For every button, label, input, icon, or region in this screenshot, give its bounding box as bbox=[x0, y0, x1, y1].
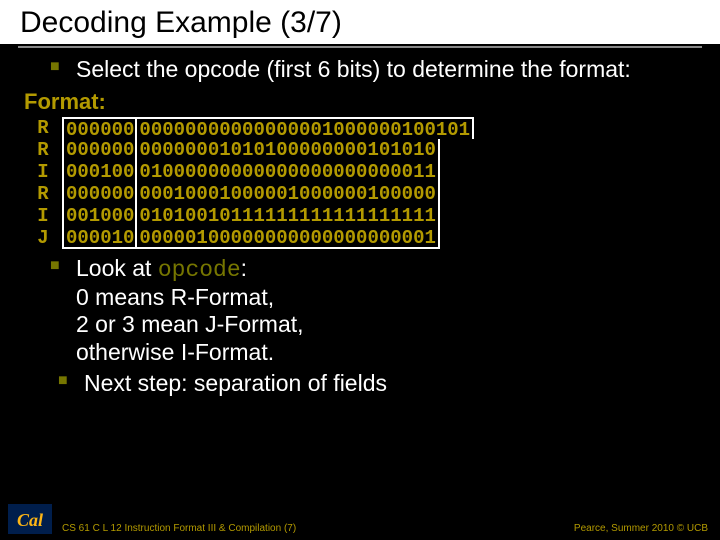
format-column: R R I R I J bbox=[34, 117, 52, 249]
opcode-keyword: opcode bbox=[158, 257, 241, 283]
slide-footer: Cal CS 61 C L 12 Instruction Format III … bbox=[0, 504, 720, 534]
opcode-bits: 000100 bbox=[62, 161, 135, 183]
svg-text:Cal: Cal bbox=[17, 510, 43, 530]
opcode-bits: 000000 bbox=[62, 183, 135, 205]
bullet-text: Select the opcode (first 6 bits) to dete… bbox=[76, 56, 631, 82]
fmt-label: R bbox=[34, 183, 52, 205]
footer-left-text: CS 61 C L 12 Instruction Format III & Co… bbox=[62, 523, 296, 534]
opcode-bits: 000000 bbox=[62, 117, 135, 139]
text: 0 means R-Format, bbox=[76, 284, 274, 310]
bit-row: 00010001000000000000000000000011 bbox=[62, 161, 474, 183]
bit-row: 00000000000001010100000000101010 bbox=[62, 139, 474, 161]
bit-row: 00100001010010111111111111111111 bbox=[62, 205, 474, 227]
bit-row: 00000000010001000001000000100000 bbox=[62, 183, 474, 205]
rest-bits: 00000001010100000000101010 bbox=[135, 139, 439, 161]
bullet-next-step: Next step: separation of fields bbox=[58, 370, 690, 397]
bit-row: 00000000000000000000001000000100101 bbox=[62, 117, 474, 139]
fmt-label: I bbox=[34, 161, 52, 183]
opcode-bits: 000000 bbox=[62, 139, 135, 161]
bullet-text: Next step: separation of fields bbox=[84, 370, 387, 396]
slide-body: Select the opcode (first 6 bits) to dete… bbox=[0, 48, 720, 397]
bullet-select-opcode: Select the opcode (first 6 bits) to dete… bbox=[50, 56, 690, 83]
opcode-bits: 001000 bbox=[62, 205, 135, 227]
footer-left-wrap: Cal CS 61 C L 12 Instruction Format III … bbox=[8, 504, 296, 534]
rest-bits: 00000000000000001000000100101 bbox=[135, 117, 474, 139]
rest-bits: 01010010111111111111111111 bbox=[135, 205, 439, 227]
bit-row: 00001000000100000000000000000001 bbox=[62, 227, 474, 249]
slide-title: Decoding Example (3/7) bbox=[0, 0, 720, 46]
rest-bits: 00000100000000000000000001 bbox=[135, 227, 439, 249]
rest-bits: 00010001000001000000100000 bbox=[135, 183, 439, 205]
text: 2 or 3 mean J-Format, bbox=[76, 311, 304, 337]
text: otherwise I-Format. bbox=[76, 339, 274, 365]
footer-right-text: Pearce, Summer 2010 © UCB bbox=[574, 523, 708, 534]
fmt-label: R bbox=[34, 117, 52, 139]
bullet-look-at-opcode: Look at opcode: 0 means R-Format, 2 or 3… bbox=[50, 255, 690, 366]
rest-bits: 01000000000000000000000011 bbox=[135, 161, 439, 183]
fmt-label: I bbox=[34, 205, 52, 227]
bits-box: 00000000000000000000001000000100101 0000… bbox=[62, 117, 474, 249]
fmt-label: J bbox=[34, 227, 52, 249]
text: : bbox=[241, 255, 247, 281]
slide: Decoding Example (3/7) Select the opcode… bbox=[0, 0, 720, 540]
cal-logo-icon: Cal bbox=[8, 504, 52, 534]
opcode-bits: 000010 bbox=[62, 227, 135, 249]
fmt-label: R bbox=[34, 139, 52, 161]
format-heading: Format: bbox=[24, 89, 690, 115]
binary-table: R R I R I J 0000000000000000000000100000… bbox=[34, 117, 690, 249]
text: Look at bbox=[76, 255, 158, 281]
